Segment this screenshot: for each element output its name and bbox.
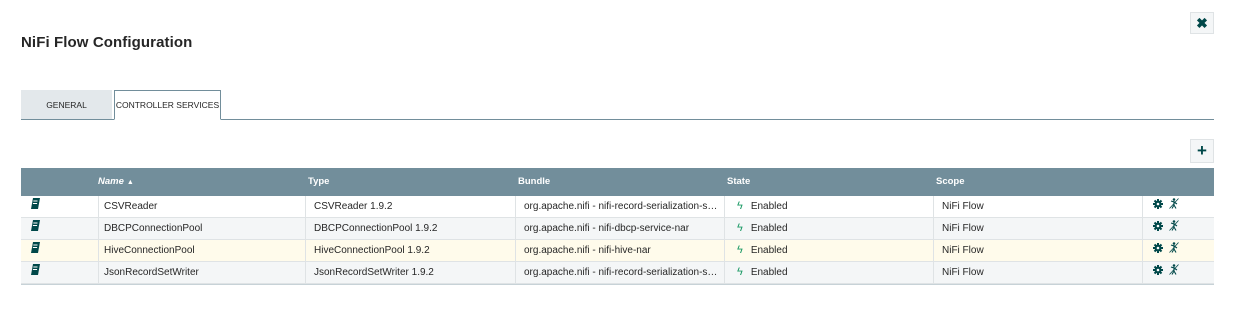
- cell-actions: [1142, 196, 1214, 217]
- column-header-type[interactable]: Type: [308, 168, 329, 196]
- gear-icon[interactable]: [1153, 218, 1163, 239]
- row-document-cell[interactable]: [31, 262, 45, 283]
- table-row[interactable]: CSVReader CSVReader 1.9.2 org.apache.nif…: [21, 196, 1214, 218]
- cell-type: DBCPConnectionPool 1.9.2: [305, 218, 511, 239]
- close-dialog-button[interactable]: ✖: [1190, 12, 1214, 34]
- document-icon[interactable]: [31, 240, 40, 261]
- cell-actions: [1142, 218, 1214, 239]
- cell-type: CSVReader 1.9.2: [305, 196, 511, 217]
- cell-bundle: org.apache.nifi - nifi-record-serializat…: [515, 196, 721, 217]
- table-row[interactable]: HiveConnectionPool HiveConnectionPool 1.…: [21, 240, 1214, 262]
- gear-icon[interactable]: [1153, 262, 1163, 283]
- tab-controller-services[interactable]: CONTROLLER SERVICES: [114, 90, 221, 120]
- disable-icon[interactable]: [1169, 196, 1179, 217]
- column-header-state[interactable]: State: [727, 168, 750, 196]
- row-document-cell[interactable]: [31, 196, 45, 217]
- state-label: Enabled: [750, 267, 788, 278]
- state-label: Enabled: [750, 223, 788, 234]
- cell-type: HiveConnectionPool 1.9.2: [305, 240, 511, 261]
- cell-actions: [1142, 262, 1214, 283]
- table-header: Name ▲ Type Bundle State Scope: [21, 168, 1214, 196]
- cell-scope: NiFi Flow: [933, 240, 1141, 261]
- plus-icon: +: [1197, 141, 1207, 160]
- state-label: Enabled: [750, 245, 788, 256]
- cell-state: ϟ Enabled: [724, 240, 932, 261]
- cell-bundle: org.apache.nifi - nifi-hive-nar: [515, 240, 721, 261]
- document-icon[interactable]: [31, 196, 40, 217]
- cell-bundle: org.apache.nifi - nifi-record-serializat…: [515, 262, 721, 283]
- bolt-icon: ϟ: [737, 266, 743, 278]
- cell-scope: NiFi Flow: [933, 196, 1141, 217]
- controller-services-table: Name ▲ Type Bundle State Scope CSVReader …: [21, 168, 1214, 285]
- bolt-icon: ϟ: [737, 200, 743, 212]
- sort-ascending-icon: ▲: [126, 179, 134, 186]
- gear-icon[interactable]: [1153, 196, 1163, 217]
- add-controller-service-button[interactable]: +: [1190, 139, 1214, 163]
- dialog-title: NiFi Flow Configuration: [21, 34, 193, 51]
- tab-bar: GENERAL CONTROLLER SERVICES: [21, 90, 1214, 120]
- column-header-name[interactable]: Name ▲: [98, 168, 134, 196]
- state-label: Enabled: [750, 201, 788, 212]
- document-icon[interactable]: [31, 262, 40, 283]
- cell-state: ϟ Enabled: [724, 262, 932, 283]
- cell-bundle: org.apache.nifi - nifi-dbcp-service-nar: [515, 218, 721, 239]
- cell-scope: NiFi Flow: [933, 262, 1141, 283]
- table-row[interactable]: DBCPConnectionPool DBCPConnectionPool 1.…: [21, 218, 1214, 240]
- cell-name: JsonRecordSetWriter: [98, 262, 304, 283]
- close-icon: ✖: [1196, 14, 1208, 31]
- gear-icon[interactable]: [1153, 240, 1163, 261]
- disable-icon[interactable]: [1169, 218, 1179, 239]
- bolt-icon: ϟ: [737, 244, 743, 256]
- cell-scope: NiFi Flow: [933, 218, 1141, 239]
- table-body: CSVReader CSVReader 1.9.2 org.apache.nif…: [21, 196, 1214, 284]
- disable-icon[interactable]: [1169, 262, 1179, 283]
- table-row[interactable]: JsonRecordSetWriter JsonRecordSetWriter …: [21, 262, 1214, 284]
- cell-name: HiveConnectionPool: [98, 240, 304, 261]
- cell-state: ϟ Enabled: [724, 218, 932, 239]
- cell-actions: [1142, 240, 1214, 261]
- cell-name: DBCPConnectionPool: [98, 218, 304, 239]
- cell-type: JsonRecordSetWriter 1.9.2: [305, 262, 511, 283]
- cell-state: ϟ Enabled: [724, 196, 932, 217]
- bolt-icon: ϟ: [737, 222, 743, 234]
- column-name-label: Name: [98, 176, 124, 187]
- tab-general[interactable]: GENERAL: [21, 90, 112, 119]
- disable-icon[interactable]: [1169, 240, 1179, 261]
- row-document-cell[interactable]: [31, 218, 45, 239]
- column-header-bundle[interactable]: Bundle: [518, 168, 550, 196]
- document-icon[interactable]: [31, 218, 40, 239]
- column-header-scope[interactable]: Scope: [936, 168, 965, 196]
- row-document-cell[interactable]: [31, 240, 45, 261]
- cell-name: CSVReader: [98, 196, 304, 217]
